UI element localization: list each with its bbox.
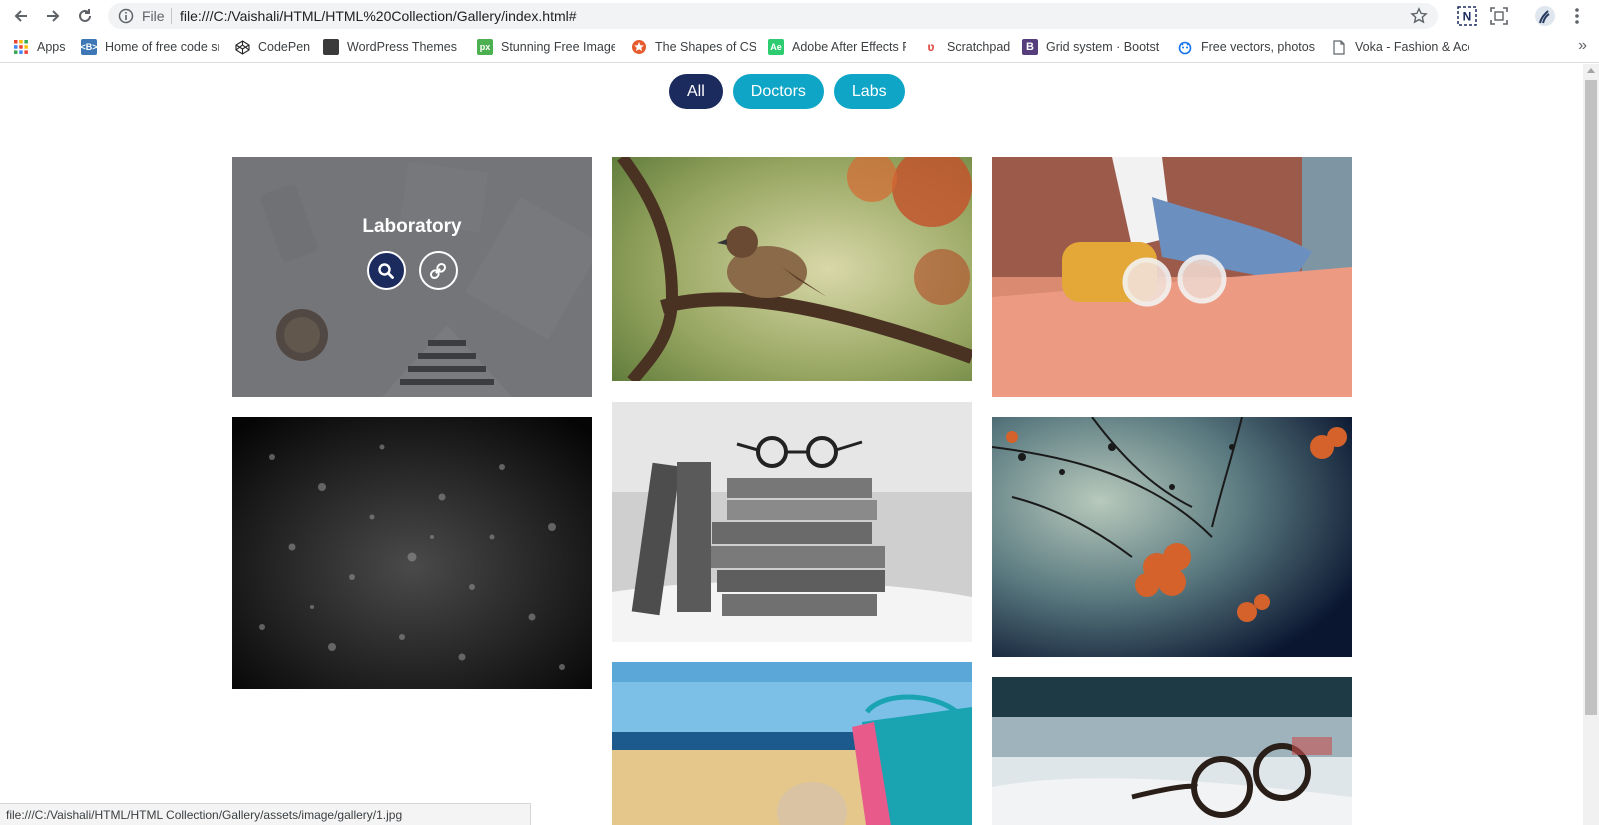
bookmark-wordpress-themes[interactable]: WordPress Themes &	[323, 38, 461, 56]
freepik-icon	[1177, 39, 1193, 55]
bootstrap-b-icon: B	[1022, 39, 1038, 55]
css-shapes-icon	[631, 39, 647, 55]
browser-toolbar: File file:///C:/Vaishali/HTML/HTML%20Col…	[0, 0, 1599, 31]
gallery-item-sunglasses[interactable]	[992, 157, 1352, 397]
after-effects-icon: Ae	[768, 39, 784, 55]
bookmarks-bar: Apps <B> Home of free code sn CodePen Wo…	[0, 31, 1599, 63]
forward-arrow-icon[interactable]	[41, 4, 65, 28]
scroll-up-arrow-icon[interactable]	[1587, 68, 1595, 73]
item-title: Laboratory	[362, 216, 462, 237]
bookmark-label: Stunning Free Image:	[501, 40, 615, 54]
bookmark-grid-system[interactable]: B Grid system · Bootstr	[1022, 38, 1160, 56]
scheme-label: File	[142, 8, 165, 24]
bookmark-label: Scratchpad	[947, 40, 1011, 54]
bookmark-free-code[interactable]: <B> Home of free code sn	[81, 38, 219, 56]
hover-overlay: Laboratory	[232, 157, 592, 397]
screenshot-capture-icon[interactable]	[1487, 4, 1511, 28]
apps-grid-icon	[13, 39, 29, 55]
svg-text:N: N	[1463, 10, 1472, 24]
gallery-item-sparrow[interactable]	[612, 157, 972, 381]
bookmark-codepen[interactable]: CodePen	[234, 38, 312, 56]
codepen-icon	[234, 39, 250, 55]
extension-n-icon[interactable]: N	[1455, 4, 1479, 28]
filter-doctors-button[interactable]: Doctors	[732, 74, 824, 109]
bookmark-label: Adobe After Effects F	[792, 40, 906, 54]
link-icon	[429, 262, 447, 279]
sunglasses-photo	[992, 157, 1352, 397]
bookmark-stunning-free-images[interactable]: px Stunning Free Image:	[477, 38, 615, 56]
bookmark-shapes-of-css[interactable]: The Shapes of CSS	[631, 38, 756, 56]
link-status-bar: file:///C:/Vaishali/HTML/HTML Collection…	[0, 803, 531, 825]
gallery-item-flowers[interactable]	[992, 417, 1352, 657]
bookmark-star-icon[interactable]	[1410, 7, 1428, 25]
bookmark-scratchpad[interactable]: ʋ Scratchpad	[923, 38, 1011, 56]
bookmark-after-effects[interactable]: Ae Adobe After Effects F	[768, 38, 906, 56]
gallery-item-glasses[interactable]	[992, 677, 1352, 825]
bookmark-label: Free vectors, photos	[1201, 40, 1315, 54]
rain-drops-photo	[232, 417, 592, 689]
more-menu-icon[interactable]	[1565, 4, 1589, 28]
filter-labs-button[interactable]: Labs	[833, 74, 905, 109]
bookmark-free-vectors[interactable]: Free vectors, photos	[1177, 38, 1315, 56]
gallery-item-books[interactable]	[612, 402, 972, 642]
zoom-search-button[interactable]	[366, 251, 406, 290]
search-icon	[378, 262, 394, 279]
info-icon[interactable]	[118, 8, 134, 24]
chevron-more-bookmarks-icon[interactable]: »	[1578, 37, 1587, 55]
bookmark-label: CodePen	[258, 40, 311, 54]
gallery-item-laboratory[interactable]: Laboratory	[232, 157, 592, 397]
scratchpad-icon: ʋ	[927, 40, 935, 54]
scrollbar-thumb[interactable]	[1585, 80, 1597, 715]
url-text[interactable]: file:///C:/Vaishali/HTML/HTML%20Collecti…	[180, 8, 577, 24]
reload-icon[interactable]	[73, 4, 97, 28]
page-scrollbar[interactable]	[1583, 64, 1599, 825]
bookmark-label: WordPress Themes &	[347, 40, 461, 54]
page-icon	[1331, 39, 1347, 55]
gallery-item-rain[interactable]	[232, 417, 592, 689]
open-link-button[interactable]	[418, 251, 458, 290]
sparrow-photo	[612, 157, 972, 381]
bookmark-label: Grid system · Bootstr	[1046, 40, 1160, 54]
glasses-photo	[992, 677, 1352, 825]
bookmark-label: Home of free code sn	[105, 40, 219, 54]
gallery-item-beach[interactable]	[612, 662, 972, 825]
address-bar[interactable]: File file:///C:/Vaishali/HTML/HTML%20Col…	[108, 3, 1438, 29]
pixabay-icon: px	[477, 39, 493, 55]
books-photo	[612, 402, 972, 642]
back-arrow-icon[interactable]	[9, 4, 33, 28]
bookmark-label: The Shapes of CSS	[655, 40, 756, 54]
bookmark-voka[interactable]: Voka - Fashion & Acc	[1331, 38, 1469, 56]
profile-avatar[interactable]	[1533, 4, 1557, 28]
bookmark-label: Apps	[37, 40, 66, 54]
bookmark-apps[interactable]: Apps	[13, 38, 73, 56]
omnibox-divider	[171, 8, 172, 24]
gallery-filters: All Doctors Labs	[669, 74, 905, 109]
overlay-actions	[366, 251, 458, 290]
page-viewport: All Doctors Labs Laboratory	[0, 64, 1583, 825]
filter-all-button[interactable]: All	[669, 74, 723, 109]
beach-photo	[612, 662, 972, 825]
bootstrap-icon: <B>	[81, 39, 98, 55]
bookmark-label: Voka - Fashion & Acc	[1355, 40, 1469, 54]
wordpress-themes-icon	[323, 39, 339, 55]
flowers-photo	[992, 417, 1352, 657]
